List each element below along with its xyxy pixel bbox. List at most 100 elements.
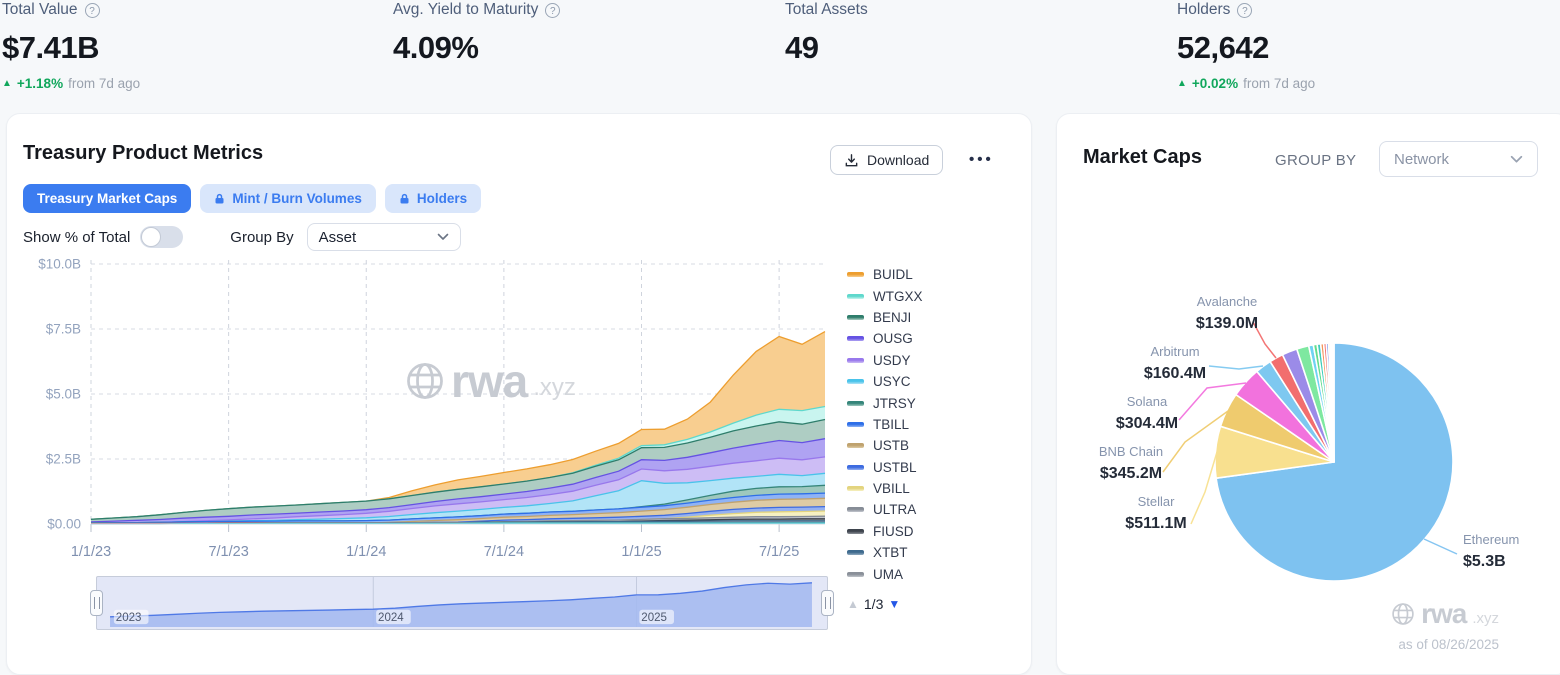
pie-slice[interactable] xyxy=(1333,343,1334,462)
legend-swatch xyxy=(847,465,864,470)
stat-total-value: Total Value ? $7.41B ▲ +1.18% from 7d ag… xyxy=(2,0,140,91)
stat-value: 49 xyxy=(785,30,868,66)
globe-icon xyxy=(1391,602,1415,626)
network-value: Network xyxy=(1394,151,1449,168)
tab-label: Mint / Burn Volumes xyxy=(232,191,362,206)
download-label: Download xyxy=(867,152,929,168)
legend-item-ULTRA[interactable]: ULTRA xyxy=(847,499,923,520)
rwa-watermark: rwa.xyz xyxy=(1391,598,1499,630)
legend-item-FIUSD[interactable]: FIUSD xyxy=(847,521,923,542)
group-by-select[interactable]: Asset xyxy=(307,223,461,251)
group-by-label: GROUP BY xyxy=(1275,152,1356,169)
as-of-date: as of 08/26/2025 xyxy=(1398,637,1499,652)
legend-swatch xyxy=(847,358,864,363)
svg-text:7/1/24: 7/1/24 xyxy=(484,544,524,560)
chart-controls: Show % of Total Group By Asset xyxy=(23,223,461,251)
delta-note: from 7d ago xyxy=(68,76,140,91)
tab-label: Treasury Market Caps xyxy=(37,191,177,206)
timeline-scrubber[interactable]: 202320242025 xyxy=(96,576,828,630)
legend-label: USDY xyxy=(873,353,911,368)
help-icon[interactable]: ? xyxy=(85,3,100,18)
svg-text:$2.5B: $2.5B xyxy=(46,452,81,467)
delta-percent: +0.02% xyxy=(1192,76,1238,91)
scrubber-left-handle[interactable] xyxy=(90,590,103,616)
legend-item-UMA[interactable]: UMA xyxy=(847,563,923,584)
legend-page-indicator: 1/3 xyxy=(864,596,883,612)
legend-item-OUSG[interactable]: OUSG xyxy=(847,328,923,349)
stat-value: 4.09% xyxy=(393,30,560,66)
legend-swatch xyxy=(847,422,864,427)
svg-text:$304.4M: $304.4M xyxy=(1116,415,1178,432)
legend-item-USTBL[interactable]: USTBL xyxy=(847,457,923,478)
legend-item-TBILL[interactable]: TBILL xyxy=(847,414,923,435)
legend-swatch xyxy=(847,507,864,512)
lock-icon xyxy=(214,193,225,205)
stat-label: Total Assets xyxy=(785,1,868,19)
svg-text:BNB Chain: BNB Chain xyxy=(1099,444,1163,459)
legend-page-up-icon[interactable]: ▲ xyxy=(847,597,859,611)
svg-text:2023: 2023 xyxy=(116,612,142,624)
legend-item-WTGXX[interactable]: WTGXX xyxy=(847,285,923,306)
legend-label: USTBL xyxy=(873,460,917,475)
market-caps-pie-chart[interactable]: Ethereum$5.3BStellar$511.1MBNB Chain$345… xyxy=(1057,194,1560,594)
lock-icon xyxy=(399,193,410,205)
svg-text:1/1/24: 1/1/24 xyxy=(346,544,386,560)
card-title: Market Caps xyxy=(1083,146,1202,169)
svg-text:Solana: Solana xyxy=(1127,394,1168,409)
legend-item-BENJI[interactable]: BENJI xyxy=(847,307,923,328)
svg-text:$139.0M: $139.0M xyxy=(1196,315,1258,332)
legend-item-VBILL[interactable]: VBILL xyxy=(847,478,923,499)
more-options-button[interactable]: ••• xyxy=(969,151,994,168)
show-percent-label: Show % of Total xyxy=(23,229,130,246)
treasury-product-metrics-card: Treasury Product Metrics Download ••• Tr… xyxy=(6,113,1032,675)
legend-item-USDY[interactable]: USDY xyxy=(847,350,923,371)
svg-text:Stellar: Stellar xyxy=(1138,494,1176,509)
tab-holders[interactable]: Holders xyxy=(385,184,481,213)
svg-text:Ethereum: Ethereum xyxy=(1463,532,1519,547)
svg-text:$7.5B: $7.5B xyxy=(46,322,81,337)
delta-percent: +1.18% xyxy=(17,76,63,91)
delta-up-icon: ▲ xyxy=(2,78,12,89)
legend-swatch xyxy=(847,572,864,577)
rwa-dashboard: { "stats": [ {"label":"Total Value","val… xyxy=(0,0,1560,662)
legend-swatch xyxy=(847,272,864,277)
svg-text:$511.1M: $511.1M xyxy=(1125,515,1186,532)
tab-treasury-market-caps[interactable]: Treasury Market Caps xyxy=(23,184,191,213)
legend-label: ULTRA xyxy=(873,502,916,517)
help-icon[interactable]: ? xyxy=(1237,3,1252,18)
show-percent-toggle[interactable] xyxy=(140,226,183,248)
download-icon xyxy=(844,153,859,168)
help-icon[interactable]: ? xyxy=(545,3,560,18)
legend-item-JTRSY[interactable]: JTRSY xyxy=(847,392,923,413)
delta-up-icon: ▲ xyxy=(1177,78,1187,89)
legend-label: FIUSD xyxy=(873,524,914,539)
legend-label: XTBT xyxy=(873,545,908,560)
legend-page-down-icon[interactable]: ▼ xyxy=(888,597,900,611)
legend-swatch xyxy=(847,443,864,448)
scrubber-right-handle[interactable] xyxy=(821,590,834,616)
legend-label: OUSG xyxy=(873,331,913,346)
svg-text:7/1/25: 7/1/25 xyxy=(759,544,799,560)
stat-label: Avg. Yield to Maturity xyxy=(393,1,538,19)
network-select[interactable]: Network xyxy=(1379,141,1538,177)
svg-text:$160.4M: $160.4M xyxy=(1144,365,1206,382)
svg-text:Avalanche: Avalanche xyxy=(1197,294,1257,309)
legend-label: UMA xyxy=(873,567,903,582)
svg-text:$0.00: $0.00 xyxy=(47,517,81,532)
legend-item-USTB[interactable]: USTB xyxy=(847,435,923,456)
card-title: Treasury Product Metrics xyxy=(23,142,263,165)
svg-text:$5.3B: $5.3B xyxy=(1463,553,1506,570)
legend-item-BUIDL[interactable]: BUIDL xyxy=(847,264,923,285)
legend-item-XTBT[interactable]: XTBT xyxy=(847,542,923,563)
legend-label: USTB xyxy=(873,438,909,453)
legend-label: WTGXX xyxy=(873,289,923,304)
tab-mint-burn-volumes[interactable]: Mint / Burn Volumes xyxy=(200,184,376,213)
legend-item-USYC[interactable]: USYC xyxy=(847,371,923,392)
stat-label: Holders xyxy=(1177,1,1230,19)
legend-swatch xyxy=(847,550,864,555)
legend-pager: ▲ 1/3 ▼ xyxy=(847,596,900,612)
download-button[interactable]: Download xyxy=(830,145,943,175)
stat-total-assets: Total Assets 49 xyxy=(785,0,868,66)
toggle-knob xyxy=(141,227,161,247)
group-by-value: Asset xyxy=(319,229,357,246)
